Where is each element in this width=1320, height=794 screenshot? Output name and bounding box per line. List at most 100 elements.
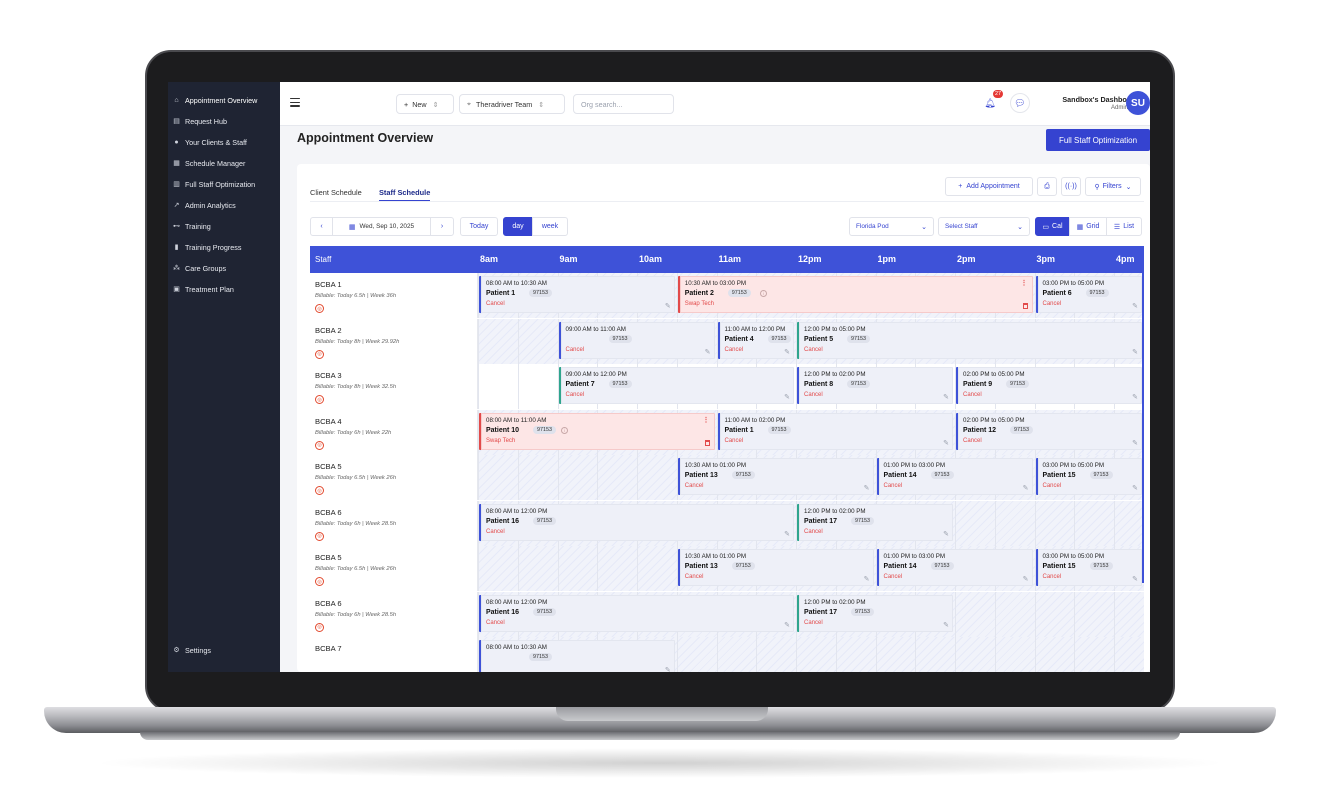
sidebar-item-settings[interactable]: ⚙ Settings (168, 641, 280, 659)
org-search-input[interactable]: Org search... (573, 94, 674, 114)
edit-icon[interactable]: ✎ (1132, 302, 1138, 310)
sidebar-item-admin-analytics[interactable]: ↗ Admin Analytics (168, 196, 280, 214)
appointment-block[interactable]: 10:30 AM to 03:00 PM Patient 2 97153 Swap T… (677, 276, 1033, 313)
appointment-action-link[interactable]: Cancel (804, 392, 823, 398)
cal-view-button[interactable]: ▭ Cal (1035, 217, 1070, 236)
appointment-action-link[interactable]: Cancel (1043, 574, 1062, 580)
edit-icon[interactable]: ✎ (1023, 575, 1029, 583)
more-options-icon[interactable]: ⋮ (703, 416, 710, 424)
appointment-block[interactable]: 01:00 PM to 03:00 PM Patient 14 97153 Cance… (876, 458, 1033, 495)
staff-cell[interactable]: BCBA 2 Billable: Today 8h | Week 29.92h ◎ (310, 318, 478, 364)
appointment-action-link[interactable]: Cancel (685, 574, 704, 580)
appointment-action-link[interactable]: Swap Tech (685, 301, 714, 307)
full-staff-optimization-button[interactable]: Full Staff Optimization (1046, 129, 1150, 151)
edit-icon[interactable]: ✎ (705, 348, 711, 356)
appointment-block[interactable]: 10:30 AM to 01:00 PM Patient 13 97153 Cance… (677, 549, 874, 586)
edit-icon[interactable]: ✎ (1132, 484, 1138, 492)
trash-icon[interactable] (1022, 303, 1028, 309)
appointment-block[interactable]: 11:00 AM to 12:00 PM Patient 4 97153 Cancel… (717, 321, 794, 359)
target-icon[interactable]: ◎ (315, 440, 324, 450)
sidebar-item-training-progress[interactable]: ▮ Training Progress (168, 238, 280, 256)
appointment-block[interactable]: 08:00 AM to 12:00 PM Patient 16 97153 Cance… (479, 594, 794, 632)
today-button[interactable]: Today (460, 217, 498, 236)
appointment-block[interactable]: 08:00 AM to 11:00 AM Patient 10 97153 Swap … (479, 412, 715, 450)
appointment-action-link[interactable]: Cancel (1043, 483, 1062, 489)
appointment-block[interactable]: 12:00 PM to 02:00 PM Patient 8 97153 Cancel… (797, 367, 953, 404)
appointment-action-link[interactable]: Cancel (486, 620, 505, 626)
print-button[interactable]: ⎙ (1037, 177, 1057, 196)
target-icon[interactable]: ◎ (315, 486, 324, 495)
target-icon[interactable]: ◎ (315, 577, 324, 586)
staff-cell[interactable]: BCBA 4 Billable: Today 6h | Week 22h ◎ (310, 409, 478, 455)
target-icon[interactable]: ◎ (315, 304, 324, 313)
info-icon[interactable]: i (561, 426, 568, 434)
appointment-action-link[interactable]: Cancel (804, 620, 823, 626)
appointment-block[interactable]: 01:00 PM to 03:00 PM Patient 14 97153 Cance… (876, 549, 1033, 586)
edit-icon[interactable]: ✎ (784, 393, 790, 401)
appointment-block[interactable]: 02:00 PM to 05:00 PM Patient 9 97153 Cancel… (956, 367, 1142, 404)
sidebar-item-care-groups[interactable]: ⁂ Care Groups (168, 259, 280, 277)
appointment-action-link[interactable]: Cancel (566, 347, 585, 353)
appointment-block[interactable]: 03:00 PM to 05:00 PM Patient 6 97153 Cancel… (1035, 276, 1142, 313)
appointment-action-link[interactable]: Swap Tech (486, 438, 515, 444)
sidebar-item-training[interactable]: ⊷ Training (168, 217, 280, 235)
appointment-block[interactable]: 12:00 PM to 05:00 PM Patient 5 97153 Cancel… (797, 321, 1142, 359)
edit-icon[interactable]: ✎ (943, 621, 949, 629)
filters-button[interactable]: ⚲ Filters ⌄ (1085, 177, 1141, 196)
staff-cell[interactable]: BCBA 3 Billable: Today 8h | Week 32.5h ◎ (310, 364, 478, 409)
trash-icon[interactable] (704, 439, 710, 446)
staff-select[interactable]: Select Staff ⌄ (938, 217, 1030, 236)
staff-cell[interactable]: BCBA 6 Billable: Today 6h | Week 28.5h ◎ (310, 500, 478, 546)
appointment-action-link[interactable]: Cancel (963, 392, 982, 398)
sidebar-item-request-hub[interactable]: ▤ Request Hub (168, 112, 280, 130)
tab-client-schedule[interactable]: Client Schedule (310, 188, 362, 197)
appointment-action-link[interactable]: Cancel (486, 529, 505, 535)
appointment-action-link[interactable]: Cancel (486, 301, 505, 307)
grid-view-button[interactable]: ▦ Grid (1069, 217, 1107, 236)
tab-staff-schedule[interactable]: Staff Schedule (379, 188, 431, 202)
staff-cell[interactable]: BCBA 5 Billable: Today 6.5h | Week 26h ◎ (310, 455, 478, 500)
edit-icon[interactable]: ✎ (1132, 348, 1138, 356)
edit-icon[interactable]: ✎ (1132, 439, 1138, 447)
avatar[interactable]: SU (1126, 91, 1150, 115)
staff-cell[interactable]: BCBA 1 Billable: Today 6.5h | Week 36h ◎ (310, 273, 478, 318)
appointment-block[interactable]: 12:00 PM to 02:00 PM Patient 17 97153 Cance… (797, 503, 953, 541)
sidebar-item-schedule-manager[interactable]: ▦ Schedule Manager (168, 154, 280, 172)
target-icon[interactable]: ◎ (315, 395, 324, 404)
sidebar-item-clients-staff[interactable]: ● Your Clients & Staff (168, 133, 280, 151)
team-select[interactable]: ⌖ Theradriver Team ⇕ (459, 94, 565, 114)
new-button[interactable]: + New ⇕ (396, 94, 454, 114)
appointment-action-link[interactable]: Cancel (963, 438, 982, 444)
target-icon[interactable]: ◎ (315, 531, 324, 541)
date-picker[interactable]: ▦ Wed, Sep 10, 2025 (332, 217, 431, 236)
edit-icon[interactable]: ✎ (665, 666, 671, 672)
notification-button[interactable]: 🔔︎ 27 (980, 90, 1004, 113)
appointment-action-link[interactable]: Cancel (804, 347, 823, 353)
grid-scrollbar[interactable] (1142, 273, 1144, 583)
day-view-button[interactable]: day (503, 217, 533, 236)
edit-icon[interactable]: ✎ (864, 484, 870, 492)
appointment-action-link[interactable]: Cancel (725, 438, 744, 444)
edit-icon[interactable]: ✎ (864, 575, 870, 583)
sidebar-item-appointment-overview[interactable]: ⌂ Appointment Overview (168, 91, 280, 109)
appointment-action-link[interactable]: Cancel (1043, 301, 1062, 307)
appointment-block[interactable]: 02:00 PM to 05:00 PM Patient 12 97153 Cance… (956, 412, 1142, 450)
appointment-block[interactable]: 12:00 PM to 02:00 PM Patient 17 97153 Cance… (797, 594, 953, 632)
appointment-action-link[interactable]: Cancel (725, 347, 744, 353)
edit-icon[interactable]: ✎ (784, 348, 790, 356)
staff-cell[interactable]: BCBA 7 (310, 637, 478, 672)
appointment-block[interactable]: 09:00 AM to 11:00 AM 97153 Cancel ✎ (558, 321, 715, 359)
prev-day-button[interactable]: ‹ (310, 217, 333, 236)
broadcast-button[interactable]: ((·)) (1061, 177, 1081, 196)
staff-cell[interactable]: BCBA 6 Billable: Today 6h | Week 28.5h ◎ (310, 591, 478, 637)
edit-icon[interactable]: ✎ (665, 302, 671, 310)
menu-icon[interactable] (290, 98, 300, 108)
info-icon[interactable]: i (759, 290, 767, 297)
sidebar-item-treatment-plan[interactable]: ▣ Treatment Plan (168, 280, 280, 298)
list-view-button[interactable]: ☰ List (1106, 217, 1142, 236)
target-icon[interactable]: ◎ (315, 622, 324, 632)
appointment-action-link[interactable]: Cancel (884, 483, 903, 489)
week-view-button[interactable]: week (532, 217, 568, 236)
sidebar-item-full-staff-optimization[interactable]: ▥ Full Staff Optimization (168, 175, 280, 193)
appointment-block[interactable]: 03:00 PM to 05:00 PM Patient 15 97153 Cance… (1035, 458, 1142, 495)
